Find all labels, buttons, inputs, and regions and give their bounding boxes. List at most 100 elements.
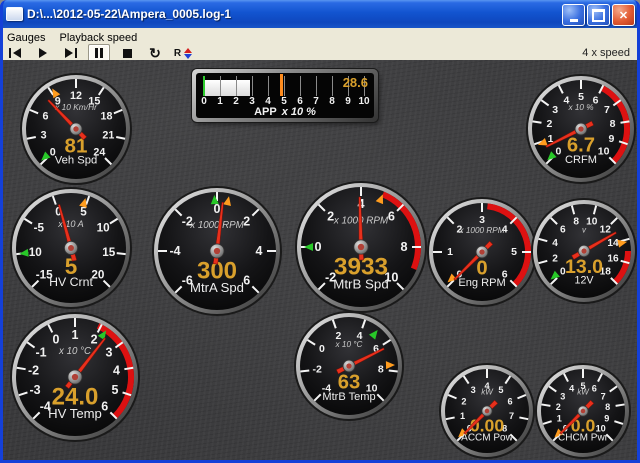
svg-text:0: 0 bbox=[52, 333, 59, 347]
playback-speed-label: 4 x speed bbox=[582, 47, 630, 59]
title-bar[interactable]: D:\...\2012-05-22\Ampera_0005.log-1 ✕ bbox=[0, 0, 640, 28]
app-tick-label: 7 bbox=[313, 96, 319, 107]
svg-text:HV Temp: HV Temp bbox=[48, 406, 102, 421]
svg-text:2: 2 bbox=[546, 118, 552, 130]
svg-text:3: 3 bbox=[560, 391, 565, 401]
svg-text:-1: -1 bbox=[35, 345, 46, 359]
svg-text:x 10 °C: x 10 °C bbox=[58, 346, 92, 357]
svg-text:6: 6 bbox=[592, 384, 597, 394]
maximize-button[interactable] bbox=[587, 4, 610, 26]
app-tick bbox=[316, 76, 317, 96]
svg-text:8: 8 bbox=[400, 240, 407, 254]
svg-text:6: 6 bbox=[508, 396, 513, 406]
maximize-icon bbox=[592, 9, 605, 22]
app-tick-label: 1 bbox=[217, 96, 223, 107]
app-bar-fill bbox=[204, 80, 250, 96]
svg-text:ACCM Pow: ACCM Pow bbox=[461, 432, 513, 443]
svg-text:0: 0 bbox=[319, 343, 325, 355]
app-peak-marker bbox=[280, 74, 283, 96]
gauge-chcm-pwr: 012345678910kW0.0CHCM Pwr bbox=[531, 359, 635, 460]
app-tick bbox=[268, 76, 269, 96]
gauge-dashboard: 28.6 APPx 10 % 012345678910 036912151821… bbox=[3, 60, 637, 460]
app-bar-gauge: 28.6 APPx 10 % 012345678910 bbox=[192, 69, 378, 122]
svg-text:-5: -5 bbox=[34, 221, 45, 234]
gauge-hv-temp: -4-3-2-10123456x 10 °C24.0HV Temp bbox=[6, 308, 144, 446]
svg-text:Eng RPM: Eng RPM bbox=[458, 277, 505, 289]
app-tick-label: 3 bbox=[249, 96, 255, 107]
svg-text:2: 2 bbox=[461, 396, 466, 406]
svg-text:7: 7 bbox=[509, 411, 514, 421]
app-tick-label: 8 bbox=[329, 96, 335, 107]
reset-peaks-icon: R bbox=[174, 48, 181, 59]
svg-text:8: 8 bbox=[573, 217, 579, 228]
app-min-marker bbox=[203, 76, 205, 96]
gauge-crfm: 012345678910x 10 %6.7CRFM bbox=[522, 70, 637, 188]
close-icon: ✕ bbox=[619, 9, 628, 22]
svg-text:CHCM Pwr: CHCM Pwr bbox=[558, 432, 609, 443]
close-button[interactable]: ✕ bbox=[612, 4, 635, 26]
app-tick bbox=[300, 76, 301, 96]
svg-text:Veh Spd: Veh Spd bbox=[55, 154, 98, 166]
svg-text:-3: -3 bbox=[30, 383, 41, 397]
svg-text:6: 6 bbox=[43, 110, 49, 122]
svg-text:-2: -2 bbox=[313, 364, 323, 376]
svg-text:12: 12 bbox=[70, 90, 82, 102]
svg-text:5: 5 bbox=[511, 246, 517, 258]
svg-text:10: 10 bbox=[586, 217, 598, 228]
svg-text:1: 1 bbox=[447, 246, 453, 258]
svg-text:1: 1 bbox=[72, 328, 79, 342]
svg-text:x 10 Km/Hr: x 10 Km/Hr bbox=[54, 102, 98, 112]
svg-text:18: 18 bbox=[101, 110, 113, 122]
svg-text:9: 9 bbox=[609, 133, 615, 145]
svg-text:15: 15 bbox=[102, 246, 116, 259]
svg-text:2: 2 bbox=[243, 214, 250, 228]
app-tick bbox=[252, 76, 253, 96]
svg-text:10: 10 bbox=[598, 146, 610, 158]
app-window: D:\...\2012-05-22\Ampera_0005.log-1 ✕ Ga… bbox=[0, 0, 640, 463]
svg-text:3: 3 bbox=[106, 345, 113, 359]
svg-text:kW: kW bbox=[481, 388, 494, 397]
app-tick-label: 10 bbox=[358, 96, 369, 107]
svg-text:6: 6 bbox=[560, 224, 566, 235]
svg-text:0: 0 bbox=[214, 202, 221, 216]
svg-text:14: 14 bbox=[607, 238, 619, 249]
svg-text:7: 7 bbox=[604, 104, 610, 116]
app-units: x 10 % bbox=[282, 106, 316, 118]
app-tick bbox=[332, 76, 333, 96]
svg-text:HV Crnt: HV Crnt bbox=[49, 275, 93, 289]
gauge-mtrb-spd: -20246810x 1000 RPM3933MtrB Spd bbox=[291, 177, 431, 317]
minimize-button[interactable] bbox=[562, 4, 585, 26]
svg-text:1: 1 bbox=[557, 414, 562, 424]
app-tick bbox=[220, 76, 221, 96]
svg-text:21: 21 bbox=[102, 129, 114, 141]
svg-text:2: 2 bbox=[556, 402, 561, 412]
play-icon bbox=[39, 48, 47, 58]
svg-text:4: 4 bbox=[256, 244, 263, 258]
gauge-mtrb-temp: -4-20246810x 10 °C63MtrB Temp bbox=[290, 307, 408, 425]
go-to-start-icon bbox=[9, 48, 11, 58]
svg-text:MtrB Spd: MtrB Spd bbox=[333, 277, 389, 292]
svg-text:0: 0 bbox=[314, 240, 321, 254]
app-tick-label: 4 bbox=[265, 96, 271, 107]
svg-text:0: 0 bbox=[555, 146, 561, 158]
app-tick-label: 9 bbox=[345, 96, 351, 107]
svg-text:8: 8 bbox=[610, 118, 616, 130]
svg-text:4: 4 bbox=[113, 363, 120, 377]
svg-text:4: 4 bbox=[552, 238, 558, 249]
toolbar: ↻ R 4 x speed bbox=[0, 47, 640, 60]
app-icon bbox=[6, 7, 23, 21]
app-tick-label: 6 bbox=[297, 96, 303, 107]
minimize-icon bbox=[570, 19, 578, 22]
svg-text:6: 6 bbox=[101, 400, 108, 414]
svg-text:1: 1 bbox=[460, 411, 465, 421]
svg-text:3: 3 bbox=[41, 129, 47, 141]
app-tick bbox=[284, 76, 285, 96]
gauge-hv-crnt: -15-10-505101520x 10 A5HV Crnt bbox=[6, 183, 136, 313]
svg-text:3: 3 bbox=[552, 104, 558, 116]
go-to-end-icon bbox=[65, 48, 73, 58]
svg-text:kW: kW bbox=[577, 388, 590, 397]
app-tick bbox=[236, 76, 237, 96]
svg-text:3: 3 bbox=[479, 214, 485, 226]
svg-text:x 1000 RPM: x 1000 RPM bbox=[458, 226, 504, 235]
svg-text:-4: -4 bbox=[169, 244, 180, 258]
